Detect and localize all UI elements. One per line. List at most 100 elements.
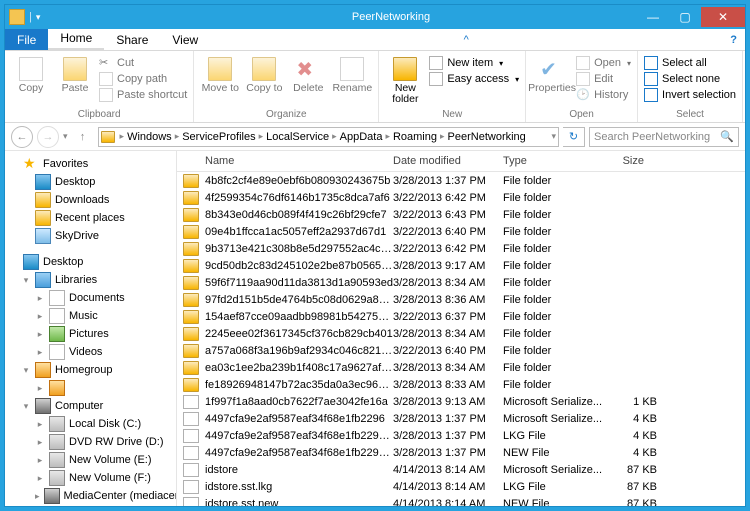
paste-shortcut-button[interactable]: Paste shortcut <box>99 88 187 102</box>
file-row[interactable]: 4f2599354c76df6146b1735c8dca7af63/22/201… <box>177 189 745 206</box>
tree-network[interactable]: ▾Network <box>7 505 174 506</box>
file-row[interactable]: idstore.sst.lkg4/14/2013 8:14 AMLKG File… <box>177 478 745 495</box>
tree-pictures[interactable]: ▸Pictures <box>7 325 174 343</box>
qat-dropdown-icon[interactable]: ▾ <box>36 12 41 23</box>
file-row[interactable]: 4497cfa9e2af9587eaf34f68e1fb2296.sst.new… <box>177 444 745 461</box>
tree-recent[interactable]: Recent places <box>7 209 174 227</box>
crumb-windows[interactable]: ▸Windows <box>117 131 172 143</box>
tree-desktop-root[interactable]: Desktop <box>7 253 174 271</box>
cut-button[interactable]: ✂Cut <box>99 56 187 70</box>
invert-selection-button[interactable]: Invert selection <box>644 88 736 102</box>
minimize-ribbon-icon[interactable]: ^ <box>456 30 477 50</box>
crumb-appdata[interactable]: ▸AppData <box>329 131 382 143</box>
file-name: idstore <box>205 464 393 476</box>
tab-home[interactable]: Home <box>48 27 104 50</box>
file-row[interactable]: 4497cfa9e2af9587eaf34f68e1fb2296.sst.lkg… <box>177 427 745 444</box>
maximize-button[interactable]: ▢ <box>669 7 701 27</box>
file-row[interactable]: 4497cfa9e2af9587eaf34f68e1fb22963/28/201… <box>177 410 745 427</box>
col-type[interactable]: Type <box>497 151 597 171</box>
tree-hg-user[interactable]: ▸ <box>7 379 174 397</box>
edit-button[interactable]: Edit <box>576 72 631 86</box>
tree-computer[interactable]: ▾Computer <box>7 397 174 415</box>
select-none-button[interactable]: Select none <box>644 72 736 86</box>
up-button[interactable]: ↑ <box>72 126 94 148</box>
tree-libraries[interactable]: ▾Libraries <box>7 271 174 289</box>
file-type: File folder <box>503 192 603 204</box>
delete-button[interactable]: ✖Delete <box>288 53 328 94</box>
folder-icon <box>183 174 199 188</box>
file-row[interactable]: 59f6f7119aa90d11da3813d1a90593ed3/28/201… <box>177 274 745 291</box>
col-name[interactable]: Name <box>177 151 387 171</box>
tree-dvd[interactable]: ▸DVD RW Drive (D:) <box>7 433 174 451</box>
new-item-button[interactable]: New item▾ <box>429 56 519 70</box>
close-button[interactable]: ✕ <box>701 7 745 27</box>
file-row[interactable]: 9b3713e421c308b8e5d297552ac4c5423/22/201… <box>177 240 745 257</box>
move-to-button[interactable]: Move to <box>200 53 240 94</box>
open-button[interactable]: Open▾ <box>576 56 631 70</box>
folder-icon <box>183 259 199 273</box>
file-row[interactable]: 1f997f1a8aad0cb7622f7ae3042fe16a3/28/201… <box>177 393 745 410</box>
help-icon[interactable]: ? <box>722 30 745 50</box>
tree-downloads[interactable]: Downloads <box>7 191 174 209</box>
file-row[interactable]: 09e4b1ffcca1ac5057eff2a2937d67d13/22/201… <box>177 223 745 240</box>
file-date: 3/28/2013 8:34 AM <box>393 277 503 289</box>
select-all-button[interactable]: Select all <box>644 56 736 70</box>
file-row[interactable]: 154aef87cce09aadbb98981b542754f63/22/201… <box>177 308 745 325</box>
minimize-button[interactable]: — <box>637 7 669 27</box>
folder-icon <box>183 293 199 307</box>
tree-homegroup[interactable]: ▾Homegroup <box>7 361 174 379</box>
tree-local-c[interactable]: ▸Local Disk (C:) <box>7 415 174 433</box>
tree-favorites[interactable]: ★Favorites <box>7 155 174 173</box>
file-row[interactable]: 4b8fc2cf4e89e0ebf6b080930243675b3/28/201… <box>177 172 745 189</box>
col-size[interactable]: Size <box>597 151 651 171</box>
forward-button[interactable]: → <box>37 126 59 148</box>
file-row[interactable]: ea03c1ee2ba239b1f408c17a9627af9723/28/20… <box>177 359 745 376</box>
crumb-serviceprofiles[interactable]: ▸ServiceProfiles <box>172 131 256 143</box>
nav-tree[interactable]: ★Favorites Desktop Downloads Recent plac… <box>5 151 177 506</box>
copy-path-button[interactable]: Copy path <box>99 72 187 86</box>
file-row[interactable]: 2245eee02f3617345cf376cb829cb4013/28/201… <box>177 325 745 342</box>
file-row[interactable]: idstore4/14/2013 8:14 AMMicrosoft Serial… <box>177 461 745 478</box>
col-date[interactable]: Date modified <box>387 151 497 171</box>
crumb-roaming[interactable]: ▸Roaming <box>382 131 437 143</box>
file-row[interactable]: 97fd2d151b5de4764b5c08d0629a85413/28/201… <box>177 291 745 308</box>
file-icon <box>183 463 199 477</box>
tab-view[interactable]: View <box>160 29 210 50</box>
properties-button[interactable]: ✔Properties <box>532 53 572 94</box>
copy-to-button[interactable]: Copy to <box>244 53 284 94</box>
copy-button[interactable]: Copy <box>11 53 51 94</box>
file-size: 87 KB <box>603 464 657 476</box>
file-date: 3/22/2013 6:42 PM <box>393 192 503 204</box>
tree-videos[interactable]: ▸Videos <box>7 343 174 361</box>
breadcrumb-bar[interactable]: ▸Windows▸ServiceProfiles▸LocalService▸Ap… <box>98 127 559 147</box>
back-button[interactable]: ← <box>11 126 33 148</box>
easy-access-button[interactable]: Easy access▾ <box>429 72 519 86</box>
crumb-peernetworking[interactable]: ▸PeerNetworking <box>437 131 526 143</box>
recent-locations-icon[interactable]: ▾ <box>63 131 68 142</box>
tree-vol-f[interactable]: ▸New Volume (F:) <box>7 469 174 487</box>
file-row[interactable]: 8b343e0d46cb089f4f419c26bf29cfe73/22/201… <box>177 206 745 223</box>
tree-desktop[interactable]: Desktop <box>7 173 174 191</box>
tree-mediacenter[interactable]: ▸MediaCenter (mediacenter-pc) <box>7 487 174 505</box>
tab-file[interactable]: File <box>5 29 48 50</box>
search-box[interactable]: Search PeerNetworking 🔍 <box>589 127 739 147</box>
breadcrumb-dropdown-icon[interactable]: ▾ <box>551 131 556 142</box>
refresh-button[interactable]: ↻ <box>563 127 585 147</box>
tree-music[interactable]: ▸Music <box>7 307 174 325</box>
file-row[interactable]: 9cd50db2c83d245102e2be87b05651493/28/201… <box>177 257 745 274</box>
file-size: 4 KB <box>603 447 657 459</box>
paste-button[interactable]: Paste <box>55 53 95 94</box>
history-button[interactable]: 🕑History <box>576 88 631 102</box>
rename-button[interactable]: Rename <box>332 53 372 94</box>
file-row[interactable]: fe18926948147b72ac35da0a3ec96ed03/28/201… <box>177 376 745 393</box>
tree-skydrive[interactable]: SkyDrive <box>7 227 174 245</box>
file-row[interactable]: a757a068f3a196b9af2934c046c8215d3/22/201… <box>177 342 745 359</box>
file-list[interactable]: Name Date modified Type Size 4b8fc2cf4e8… <box>177 151 745 506</box>
tab-share[interactable]: Share <box>104 29 160 50</box>
file-row[interactable]: idstore.sst.new4/14/2013 8:14 AMNEW File… <box>177 495 745 506</box>
file-name: 4497cfa9e2af9587eaf34f68e1fb2296 <box>205 413 393 425</box>
crumb-localservice[interactable]: ▸LocalService <box>256 131 330 143</box>
tree-vol-e[interactable]: ▸New Volume (E:) <box>7 451 174 469</box>
tree-documents[interactable]: ▸Documents <box>7 289 174 307</box>
new-folder-button[interactable]: New folder <box>385 53 425 105</box>
